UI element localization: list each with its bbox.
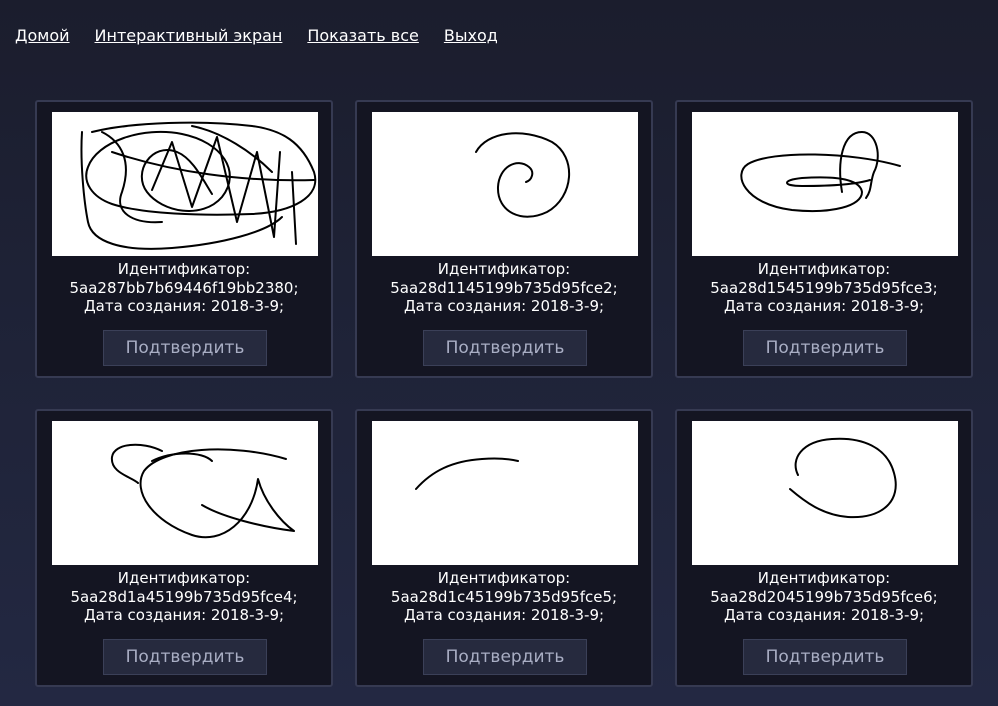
- created-date: Дата создания: 2018-3-9;: [723, 297, 925, 315]
- id-label: Идентификатор:: [437, 569, 571, 587]
- id-value: 5aa28d1a45199b735d95fce4;: [70, 587, 298, 606]
- signature-image: [52, 112, 318, 256]
- id-label: Идентификатор:: [117, 260, 251, 278]
- id-label: Идентификатор:: [757, 260, 891, 278]
- confirm-button[interactable]: Подтвердить: [743, 330, 907, 366]
- confirm-button[interactable]: Подтвердить: [103, 330, 267, 366]
- signature-card: Идентификатор: 5aa28d2045199b735d95fce6;…: [675, 409, 973, 687]
- id-label: Идентификатор:: [437, 260, 571, 278]
- signature-card: Идентификатор: 5aa28d1145199b735d95fce2;…: [355, 100, 653, 378]
- id-value: 5aa287bb7b69446f19bb2380;: [69, 278, 299, 297]
- created-date: Дата создания: 2018-3-9;: [403, 606, 605, 624]
- card-info: Идентификатор: 5aa28d1a45199b735d95fce4;…: [37, 569, 331, 625]
- card-info: Идентификатор: 5aa28d1145199b735d95fce2;…: [357, 260, 651, 316]
- id-value: 5aa28d2045199b735d95fce6;: [710, 587, 938, 606]
- signature-card: Идентификатор: 5aa28d1c45199b735d95fce5;…: [355, 409, 653, 687]
- confirm-button[interactable]: Подтвердить: [743, 639, 907, 675]
- confirm-button[interactable]: Подтвердить: [423, 639, 587, 675]
- card-info: Идентификатор: 5aa28d1545199b735d95fce3;…: [677, 260, 971, 316]
- created-date: Дата создания: 2018-3-9;: [723, 606, 925, 624]
- id-value: 5aa28d1545199b735d95fce3;: [710, 278, 938, 297]
- created-date: Дата создания: 2018-3-9;: [403, 297, 605, 315]
- id-value: 5aa28d1c45199b735d95fce5;: [390, 587, 618, 606]
- signature-image: [692, 112, 958, 256]
- signature-card: Идентификатор: 5aa28d1a45199b735d95fce4;…: [35, 409, 333, 687]
- card-info: Идентификатор: 5aa28d1c45199b735d95fce5;…: [357, 569, 651, 625]
- confirm-button[interactable]: Подтвердить: [423, 330, 587, 366]
- created-date: Дата создания: 2018-3-9;: [83, 606, 285, 624]
- card-info: Идентификатор: 5aa28d2045199b735d95fce6;…: [677, 569, 971, 625]
- signature-image: [52, 421, 318, 565]
- signature-image: [692, 421, 958, 565]
- created-date: Дата создания: 2018-3-9;: [83, 297, 285, 315]
- card-info: Идентификатор: 5aa287bb7b69446f19bb2380;…: [37, 260, 331, 316]
- signature-grid: Идентификатор: 5aa287bb7b69446f19bb2380;…: [0, 0, 998, 706]
- id-label: Идентификатор:: [757, 569, 891, 587]
- id-label: Идентификатор:: [117, 569, 251, 587]
- signature-card: Идентификатор: 5aa287bb7b69446f19bb2380;…: [35, 100, 333, 378]
- confirm-button[interactable]: Подтвердить: [103, 639, 267, 675]
- signature-image: [372, 112, 638, 256]
- id-value: 5aa28d1145199b735d95fce2;: [390, 278, 618, 297]
- signature-card: Идентификатор: 5aa28d1545199b735d95fce3;…: [675, 100, 973, 378]
- signature-image: [372, 421, 638, 565]
